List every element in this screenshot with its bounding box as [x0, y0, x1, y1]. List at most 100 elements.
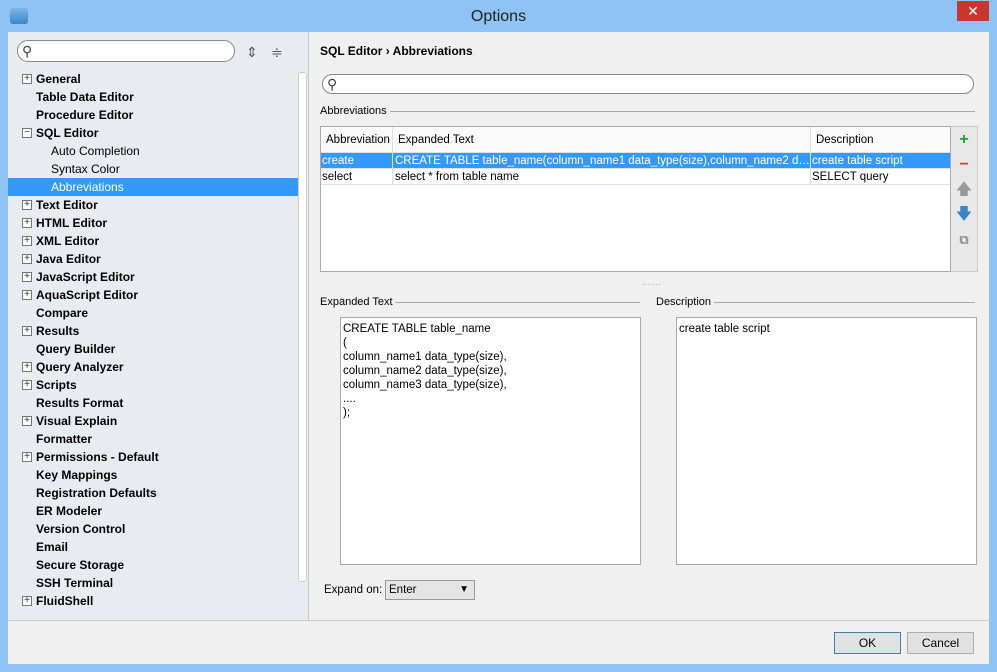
tree-item-label: SSH Terminal	[36, 576, 114, 590]
tree-item[interactable]: + XML Editor	[8, 232, 298, 250]
cell: select * from table name	[393, 169, 811, 184]
tree-item-label: Registration Defaults	[36, 486, 157, 500]
move-up-icon[interactable]: 🡅	[951, 177, 977, 202]
expand-on-select[interactable]: Enter ▼	[385, 580, 475, 600]
tree-item[interactable]: Auto Completion	[8, 142, 298, 160]
expand-icon[interactable]: +	[22, 362, 32, 372]
tree-item-label: Results	[36, 324, 80, 338]
cell: select	[321, 169, 393, 184]
expand-icon[interactable]: +	[22, 74, 32, 84]
expand-icon[interactable]: +	[22, 380, 32, 390]
expand-icon[interactable]: +	[22, 254, 32, 264]
search-icon: ⚲	[327, 76, 338, 92]
abbrev-search-input[interactable]: ⚲	[322, 74, 974, 94]
tree-item-label: Auto Completion	[51, 144, 140, 158]
tree-item[interactable]: Email	[8, 538, 298, 556]
tree-item[interactable]: Secure Storage	[8, 556, 298, 574]
expanded-text-label: Expanded Text	[320, 296, 393, 308]
column-header[interactable]: Description	[811, 127, 950, 152]
tree-item[interactable]: Procedure Editor	[8, 106, 298, 124]
tree-item[interactable]: + General	[8, 70, 298, 88]
tree-item-label: Table Data Editor	[36, 90, 134, 104]
add-icon[interactable]: +	[951, 127, 977, 152]
description-text-area[interactable]: create table script	[676, 317, 977, 565]
tree-item-label: Formatter	[36, 432, 93, 446]
cell: create table script	[812, 155, 903, 167]
expand-icon[interactable]: +	[22, 200, 32, 210]
tree-item[interactable]: ER Modeler	[8, 502, 298, 520]
cell: create	[321, 153, 393, 168]
collapse-all-icon[interactable]: ≑	[271, 44, 283, 61]
expand-icon[interactable]: +	[22, 290, 32, 300]
expand-icon[interactable]: +	[22, 236, 32, 246]
tree-item[interactable]: SSH Terminal	[8, 574, 298, 592]
tree-item-label: XML Editor	[36, 234, 100, 248]
column-header[interactable]: Expanded Text	[393, 127, 811, 152]
tree-item-label: Permissions - Default	[36, 450, 159, 464]
close-button[interactable]: ✕	[957, 1, 989, 21]
tree-item[interactable]: + Permissions - Default	[8, 448, 298, 466]
app-icon	[10, 8, 28, 24]
table-row[interactable]: create CREATE TABLE table_name(column_na…	[321, 153, 950, 169]
tree-item[interactable]: Key Mappings	[8, 466, 298, 484]
remove-icon[interactable]: −	[951, 152, 977, 177]
dialog-body: ⚲ ⇕ ≑ + General Table Data Editor Procedure…	[8, 32, 989, 664]
splitter-handle[interactable]: ·······	[642, 280, 661, 289]
tree-item[interactable]: Compare	[8, 304, 298, 322]
expanded-text-area[interactable]: CREATE TABLE table_name ( column_name1 d…	[340, 317, 641, 565]
tree-item[interactable]: + JavaScript Editor	[8, 268, 298, 286]
expand-on-value: Enter	[389, 584, 417, 596]
tree-item[interactable]: Query Builder	[8, 340, 298, 358]
table-row[interactable]: select select * from table name SELECT q…	[321, 169, 950, 185]
expand-icon[interactable]: +	[22, 218, 32, 228]
abbreviations-table: Abbreviation Expanded Text Description c…	[320, 126, 951, 272]
tree-item[interactable]: Formatter	[8, 430, 298, 448]
tree-item[interactable]: + FluidShell	[8, 592, 298, 610]
tree-item[interactable]: − SQL Editor	[8, 124, 298, 142]
tree-item[interactable]: + AquaScript Editor	[8, 286, 298, 304]
cancel-button[interactable]: Cancel	[907, 632, 974, 654]
expand-all-icon[interactable]: ⇕	[246, 44, 258, 61]
expand-icon[interactable]: +	[22, 596, 32, 606]
tree-item[interactable]: Syntax Color	[8, 160, 298, 178]
column-header[interactable]: Abbreviation	[321, 127, 393, 152]
cell: CREATE TABLE table_name(column_name1 dat…	[393, 153, 811, 168]
tree-item-label: Visual Explain	[36, 414, 118, 428]
tree-item[interactable]: + Visual Explain	[8, 412, 298, 430]
tree-item[interactable]: + Java Editor	[8, 250, 298, 268]
ok-button[interactable]: OK	[834, 632, 901, 654]
expand-icon[interactable]: +	[22, 452, 32, 462]
tree-item[interactable]: + HTML Editor	[8, 214, 298, 232]
tree-item-label: FluidShell	[36, 594, 94, 608]
tree-item-label: Java Editor	[36, 252, 101, 266]
expand-icon[interactable]: +	[22, 272, 32, 282]
tree-item[interactable]: Version Control	[8, 520, 298, 538]
collapse-icon[interactable]: −	[22, 128, 32, 138]
options-tree-panel: ⚲ ⇕ ≑ + General Table Data Editor Procedure…	[8, 32, 309, 620]
tree-item-label: Version Control	[36, 522, 126, 536]
tree-item[interactable]: + Query Analyzer	[8, 358, 298, 376]
tree-search-input[interactable]: ⚲	[17, 40, 235, 62]
tree-item-label: Text Editor	[36, 198, 98, 212]
tree-item-label: SQL Editor	[36, 126, 99, 140]
cell: SELECT query	[812, 171, 889, 183]
tree-item[interactable]: Table Data Editor	[8, 88, 298, 106]
tree-scrollbar[interactable]	[298, 72, 307, 582]
expand-icon[interactable]: +	[22, 326, 32, 336]
tree-item[interactable]: Abbreviations	[8, 178, 298, 196]
chevron-down-icon: ▼	[459, 584, 469, 595]
tree-item[interactable]: Results Format	[8, 394, 298, 412]
tree-item[interactable]: + Scripts	[8, 376, 298, 394]
options-tree: + General Table Data Editor Procedure Edito…	[8, 70, 298, 610]
tree-item[interactable]: + Text Editor	[8, 196, 298, 214]
expand-icon[interactable]: +	[22, 416, 32, 426]
tree-item-label: Query Analyzer	[36, 360, 124, 374]
tree-item[interactable]: + Results	[8, 322, 298, 340]
tree-item-label: Syntax Color	[51, 162, 120, 176]
tree-item-label: AquaScript Editor	[36, 288, 139, 302]
copy-icon[interactable]: ⧉	[951, 227, 977, 252]
tree-item-label: Query Builder	[36, 342, 116, 356]
tree-item[interactable]: Registration Defaults	[8, 484, 298, 502]
move-down-icon[interactable]: 🡇	[951, 202, 977, 227]
description-label: Description	[656, 296, 712, 308]
